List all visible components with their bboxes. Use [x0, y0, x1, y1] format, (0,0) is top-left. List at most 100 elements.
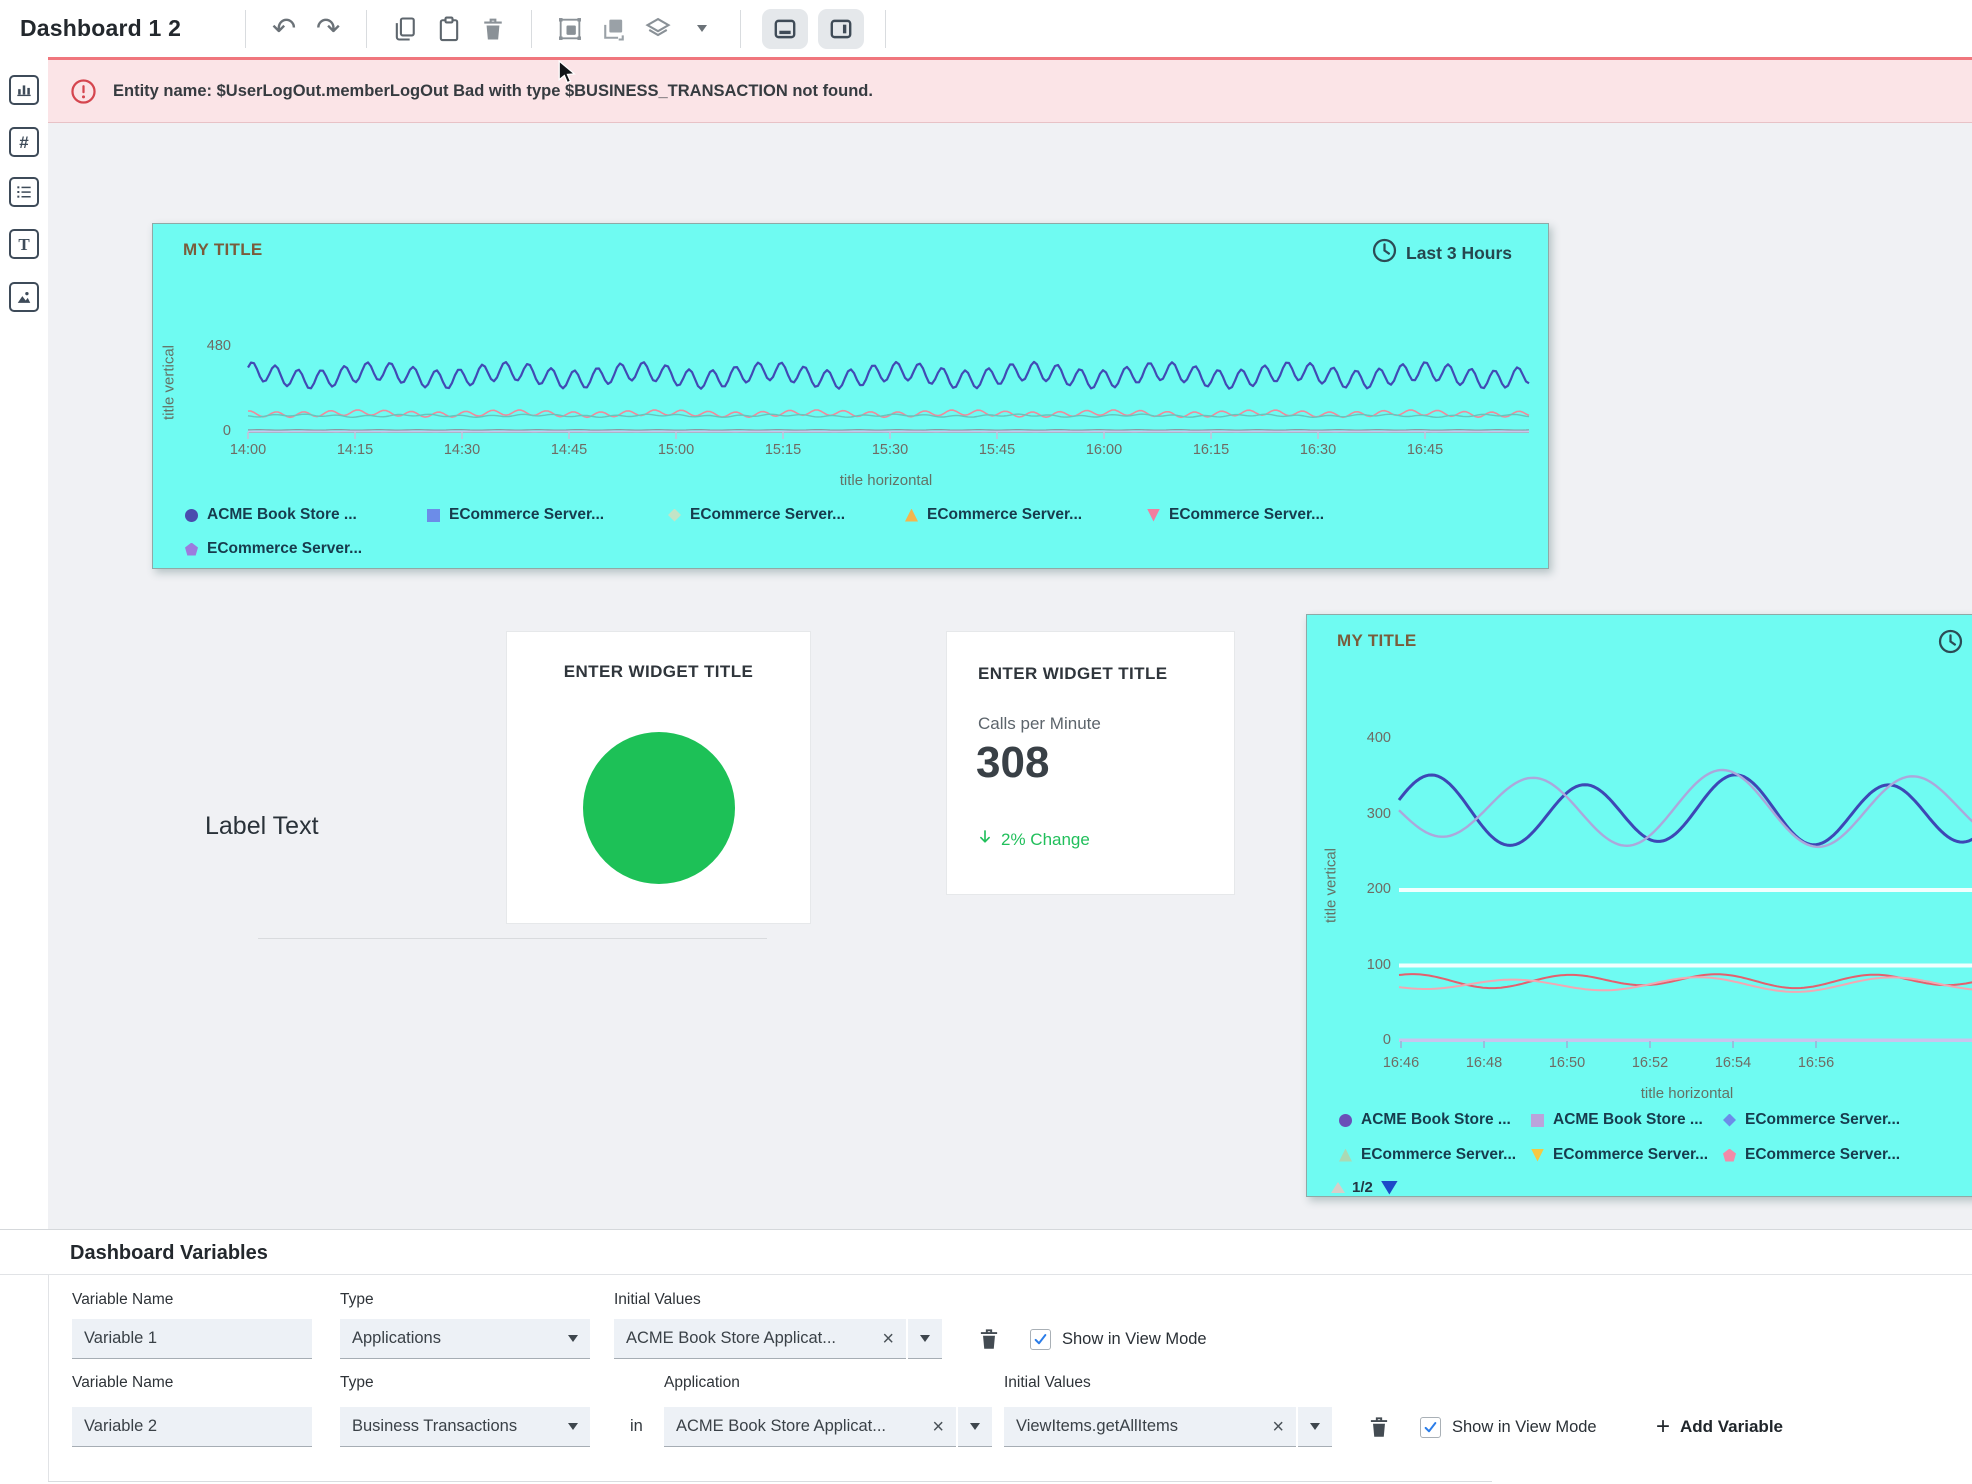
field-label: Initial Values — [1004, 1374, 1091, 1392]
combo-value-box[interactable]: ACME Book Store Applicat...× — [614, 1319, 906, 1359]
x-axis-tick-label: 14:45 — [541, 442, 597, 458]
combo-dropdown-button[interactable] — [958, 1407, 992, 1447]
layers-button[interactable] — [641, 12, 675, 46]
add-list-widget-list-icon[interactable] — [9, 177, 39, 207]
layout-bottom-toggle-button[interactable] — [762, 9, 808, 49]
combo-value-box[interactable]: ViewItems.getAllItems × — [1004, 1407, 1296, 1447]
line-chart-widget-1[interactable]: MY TITLELast 3 Hours4800title verticalti… — [152, 223, 1549, 569]
paste-button[interactable] — [432, 12, 466, 46]
legend-label: ECommerce Server... — [1361, 1146, 1516, 1164]
group-button[interactable] — [553, 12, 587, 46]
widget-title: MY TITLE — [1337, 631, 1417, 651]
chart-plot-area — [248, 324, 1529, 444]
copy-button[interactable] — [388, 12, 422, 46]
metric-change-text: 2% Change — [1001, 830, 1090, 850]
legend-item[interactable]: ECommerce Server... — [1723, 1146, 1900, 1164]
mouse-cursor — [556, 60, 578, 89]
label-widget[interactable]: Label Text — [205, 812, 319, 841]
field-label: Variable Name — [72, 1374, 173, 1392]
pentagon-marker-icon — [185, 543, 198, 556]
clear-value-icon[interactable]: × — [882, 1329, 894, 1349]
triangle-up-marker-icon — [905, 509, 918, 522]
y-axis-title: title vertical — [1323, 816, 1340, 956]
pie-widget[interactable]: ENTER WIDGET TITLE — [507, 632, 810, 923]
field-label: Type — [340, 1374, 374, 1392]
value-combo: ACME Book Store Applicat...× — [614, 1319, 942, 1359]
layout-right-toggle-button[interactable] — [818, 9, 864, 49]
arrow-down-icon — [976, 828, 994, 851]
line-chart-widget-2[interactable]: MY TITLE4003002001000title verticaltitle… — [1306, 614, 1972, 1197]
legend-item[interactable]: ECommerce Server... — [1147, 506, 1324, 524]
x-axis-tick-label: 15:45 — [969, 442, 1025, 458]
divider — [0, 1274, 1972, 1275]
clear-value-icon[interactable]: × — [932, 1417, 944, 1437]
label-widget-outline — [258, 938, 767, 939]
legend-item[interactable]: ECommerce Server... — [1531, 1146, 1708, 1164]
add-text-widget-text-icon[interactable]: T — [9, 229, 39, 259]
ungroup-button[interactable] — [597, 12, 631, 46]
circle-marker-icon — [1339, 1114, 1352, 1127]
legend-item[interactable]: ECommerce Server... — [668, 506, 845, 524]
show-in-view-mode-checkbox[interactable] — [1420, 1417, 1441, 1438]
legend-item[interactable]: ECommerce Server... — [1339, 1146, 1516, 1164]
legend-item[interactable]: ACME Book Store ... — [185, 506, 357, 524]
legend-page-down-icon[interactable] — [1381, 1181, 1398, 1195]
toolbar-separator — [740, 10, 741, 48]
legend-page-up-icon[interactable] — [1331, 1182, 1345, 1193]
legend-item[interactable]: ACME Book Store ... — [1339, 1111, 1511, 1129]
value-combo: ViewItems.getAllItems × — [1004, 1407, 1332, 1447]
undo-button[interactable]: ↶ — [267, 12, 301, 46]
x-axis-tick-label: 16:46 — [1373, 1055, 1429, 1071]
clear-value-icon[interactable]: × — [1272, 1417, 1284, 1437]
combo-value: ViewItems.getAllItems — [1016, 1417, 1178, 1436]
add-image-widget-image-icon[interactable] — [9, 282, 39, 312]
widget-palette-sidebar: #T — [0, 57, 48, 1229]
legend-item[interactable]: ECommerce Server... — [427, 506, 604, 524]
field-label: Initial Values — [614, 1291, 701, 1309]
variable-name-input[interactable] — [72, 1319, 312, 1359]
combo-value-box[interactable]: ACME Book Store Applicat...× — [664, 1407, 956, 1447]
pentagon-marker-icon — [1723, 1149, 1736, 1162]
x-axis-title: title horizontal — [1587, 1085, 1787, 1102]
caret-down-icon — [970, 1423, 980, 1430]
y-axis-tick-label: 100 — [1331, 957, 1391, 973]
type-select[interactable]: Business Transactions — [340, 1407, 590, 1447]
in-connector-text: in — [630, 1417, 643, 1436]
metric-widget[interactable]: ENTER WIDGET TITLE Calls per Minute 308 … — [947, 632, 1234, 894]
diamond-marker-icon — [668, 509, 681, 522]
clock-icon — [1371, 237, 1398, 269]
add-chart-widget-bar-chart-icon[interactable] — [9, 75, 39, 105]
add-variable-button[interactable]: +Add Variable — [1656, 1415, 1783, 1439]
legend-item[interactable]: ECommerce Server... — [185, 540, 362, 558]
divider — [48, 1274, 49, 1482]
page-title: Dashboard 1 2 — [20, 15, 181, 42]
caret-down-icon — [1310, 1423, 1320, 1430]
delete-variable-button[interactable] — [1366, 1413, 1392, 1441]
x-axis-tick-label: 16:54 — [1705, 1055, 1761, 1071]
diamond-marker-icon — [1723, 1114, 1736, 1127]
series-line — [248, 430, 1529, 431]
add-metric-widget-hash-icon[interactable]: # — [9, 127, 39, 157]
delete-variable-button[interactable] — [976, 1325, 1002, 1353]
legend-item[interactable]: ECommerce Server... — [1723, 1111, 1900, 1129]
trash-button[interactable] — [476, 12, 510, 46]
circle-marker-icon — [185, 509, 198, 522]
panel-title: Dashboard Variables — [70, 1242, 268, 1265]
combo-dropdown-button[interactable] — [908, 1319, 942, 1359]
redo-button[interactable]: ↷ — [311, 12, 345, 46]
show-in-view-mode-checkbox[interactable] — [1030, 1329, 1051, 1350]
combo-dropdown-button[interactable] — [1298, 1407, 1332, 1447]
caret-down-button[interactable] — [685, 12, 719, 46]
legend-item[interactable]: ACME Book Store ... — [1531, 1111, 1703, 1129]
series-line — [1399, 770, 1972, 847]
metric-label: Calls per Minute — [978, 714, 1101, 734]
time-range-control[interactable] — [1937, 628, 1964, 660]
y-axis-tick-label: 200 — [1331, 881, 1391, 897]
time-range-control[interactable]: Last 3 Hours — [1371, 237, 1512, 269]
variable-name-input[interactable] — [72, 1407, 312, 1447]
field-label: Application — [664, 1374, 740, 1392]
legend-label: ACME Book Store ... — [207, 506, 357, 524]
y-axis-tick-label: 480 — [171, 338, 231, 354]
legend-item[interactable]: ECommerce Server... — [905, 506, 1082, 524]
type-select[interactable]: Applications — [340, 1319, 590, 1359]
